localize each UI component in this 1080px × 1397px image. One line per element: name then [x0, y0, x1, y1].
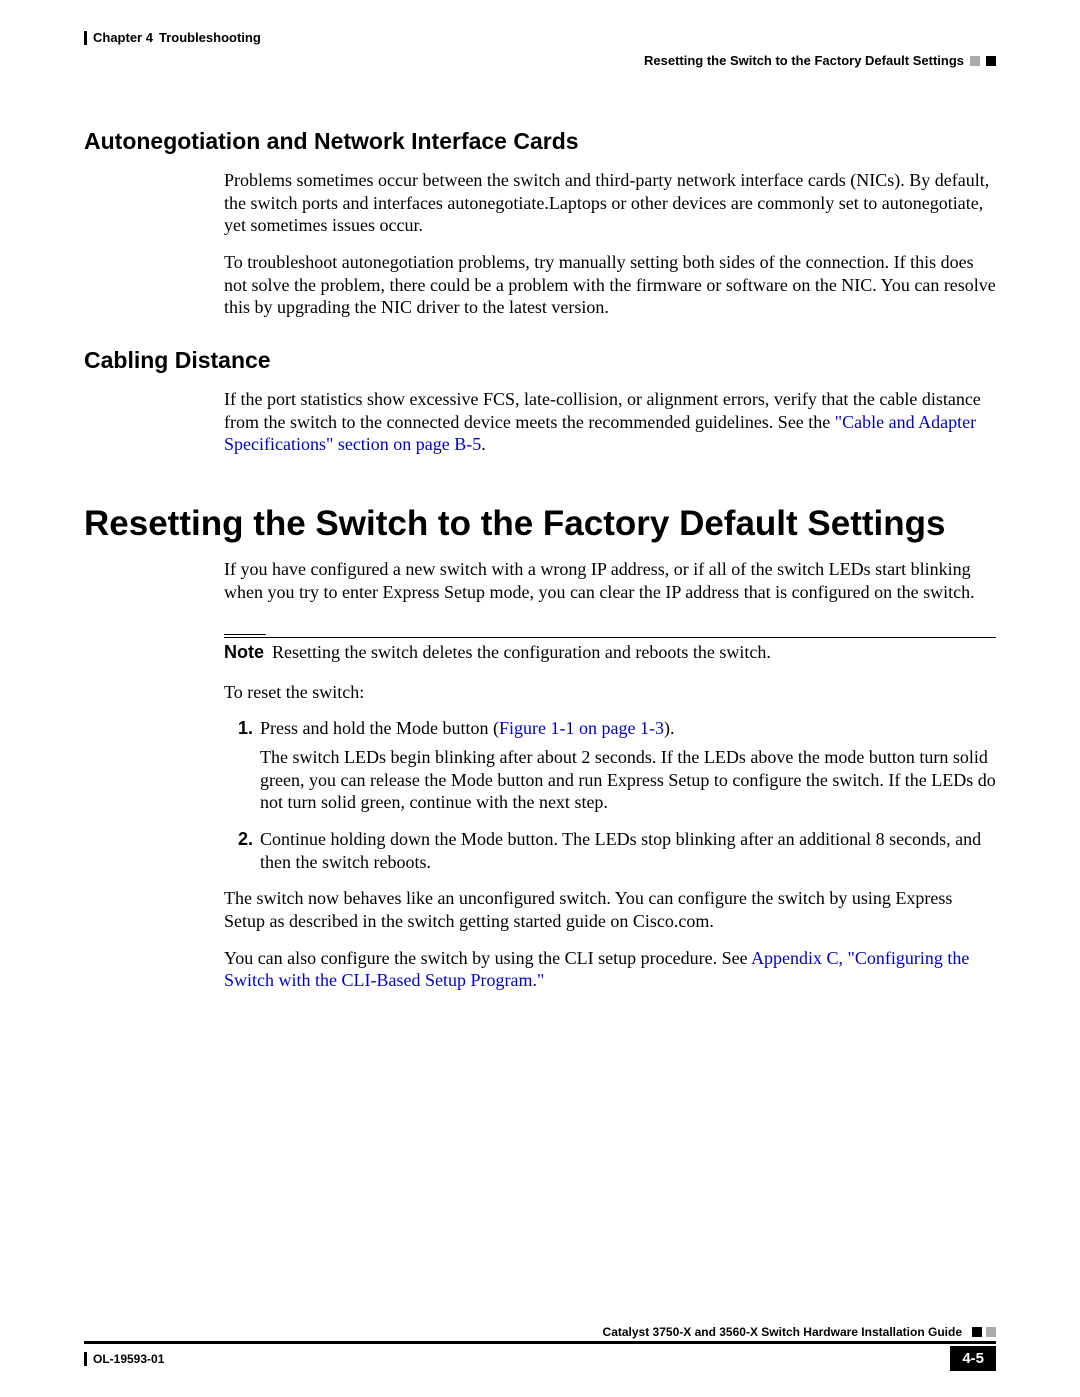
steps-list: Press and hold the Mode button (Figure 1…: [224, 717, 996, 873]
note-block: Note Resetting the switch deletes the co…: [224, 634, 996, 663]
paragraph: To troubleshoot autonegotiation problems…: [224, 251, 996, 319]
header-chapter-row: Chapter 4 Troubleshooting: [84, 30, 996, 45]
paragraph: To reset the switch:: [224, 681, 996, 704]
chapter-title: Troubleshooting: [159, 30, 261, 45]
header-bar-icon: [84, 31, 87, 45]
text: .: [481, 434, 486, 454]
note-rule-icon: [224, 634, 266, 635]
heading-cabling-distance: Cabling Distance: [84, 347, 996, 374]
link-figure-1-1[interactable]: Figure 1-1 on page 1-3: [499, 718, 664, 738]
paragraph: The switch now behaves like an unconfigu…: [224, 887, 996, 932]
header-section-title: Resetting the Switch to the Factory Defa…: [644, 53, 964, 68]
note-label: Note: [224, 642, 272, 663]
note-text: Resetting the switch deletes the configu…: [272, 642, 996, 663]
paragraph: If you have configured a new switch with…: [224, 558, 996, 603]
footer-square-icon: [986, 1327, 996, 1337]
footer-bar-icon: [84, 1352, 87, 1366]
step-1: Press and hold the Mode button (Figure 1…: [258, 717, 996, 814]
text: Press and hold the Mode button (: [260, 718, 499, 738]
text: You can also configure the switch by usi…: [224, 948, 751, 968]
step-2: Continue holding down the Mode button. T…: [258, 828, 996, 873]
header-square-icon: [986, 56, 996, 66]
paragraph: You can also configure the switch by usi…: [224, 947, 996, 992]
paragraph: If the port statistics show excessive FC…: [224, 388, 996, 456]
header-section-row: Resetting the Switch to the Factory Defa…: [84, 53, 996, 68]
chapter-number: Chapter 4: [93, 30, 153, 45]
heading-autonegotiation: Autonegotiation and Network Interface Ca…: [84, 128, 996, 155]
heading-resetting-switch: Resetting the Switch to the Factory Defa…: [84, 504, 996, 544]
footer-guide-title: Catalyst 3750-X and 3560-X Switch Hardwa…: [603, 1325, 962, 1339]
page-footer: Catalyst 3750-X and 3560-X Switch Hardwa…: [84, 1325, 996, 1371]
page-number: 4-5: [950, 1346, 996, 1371]
page-header: Chapter 4 Troubleshooting Resetting the …: [84, 30, 996, 68]
text: ).: [664, 718, 675, 738]
header-square-icon: [970, 56, 980, 66]
footer-square-icon: [972, 1327, 982, 1337]
paragraph: Problems sometimes occur between the swi…: [224, 169, 996, 237]
step-1-detail: The switch LEDs begin blinking after abo…: [260, 746, 996, 814]
footer-doc-id: OL-19593-01: [93, 1352, 164, 1366]
